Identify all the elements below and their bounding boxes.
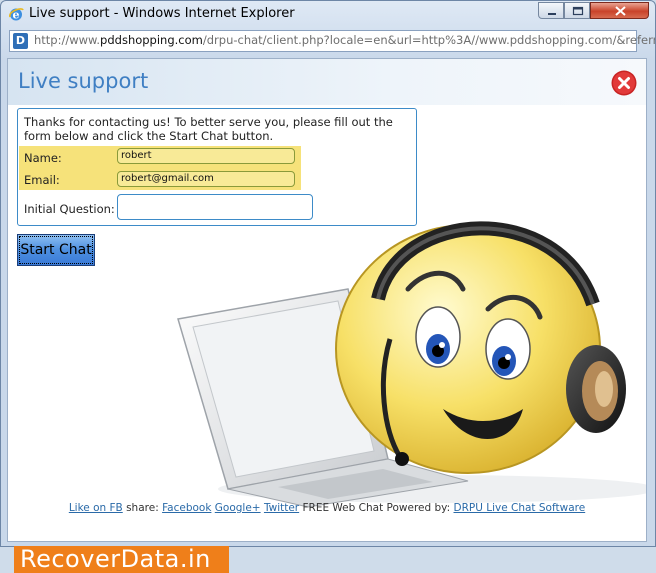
close-icon [615, 6, 626, 16]
name-label: Name: [24, 151, 62, 165]
address-bar[interactable]: D http://www.pddshopping.com/drpu-chat/c… [9, 30, 655, 52]
facebook-link[interactable]: Facebook [162, 502, 211, 514]
url-domain: pddshopping.com [100, 33, 203, 47]
internet-explorer-icon: e [9, 8, 24, 22]
url-path: /drpu-chat/client.php?locale=en&url=http… [202, 33, 656, 47]
minimize-button[interactable] [538, 2, 564, 19]
drpu-live-chat-link[interactable]: DRPU Live Chat Software [454, 502, 586, 514]
maximize-button[interactable] [564, 2, 590, 19]
like-on-fb-link[interactable]: Like on FB [69, 502, 123, 514]
email-label: Email: [24, 173, 60, 187]
site-favicon-icon: D [13, 33, 28, 49]
twitter-link[interactable]: Twitter [264, 502, 299, 514]
intro-text: Thanks for contacting us! To better serv… [24, 115, 393, 143]
maximize-icon [572, 6, 584, 16]
share-text: share: [122, 502, 163, 514]
email-field[interactable]: robert@gmail.com [117, 171, 295, 187]
initial-question-label: Initial Question: [24, 202, 115, 216]
address-url[interactable]: http://www.pddshopping.com/drpu-chat/cli… [34, 33, 656, 47]
window-title: Live support - Windows Internet Explorer [29, 6, 295, 21]
url-prefix: http://www. [34, 33, 101, 47]
start-chat-button[interactable]: Start Chat [17, 234, 95, 266]
powered-by-text: FREE Web Chat Powered by: [299, 502, 454, 514]
close-window-button[interactable] [590, 2, 649, 19]
watermark-banner: RecoverData.in [14, 546, 229, 573]
minimize-icon [548, 13, 556, 15]
watermark-text: RecoverData.in [20, 545, 211, 573]
close-chat-icon[interactable] [611, 70, 637, 96]
browser-window: e Live support - Windows Internet Explor… [0, 0, 656, 547]
support-mascot-illustration [177, 221, 646, 508]
title-bar[interactable]: e Live support - Windows Internet Explor… [1, 1, 655, 29]
google-plus-link[interactable]: Google+ [215, 502, 261, 514]
page-title: Live support [18, 69, 149, 93]
footer: Like on FB share: Facebook Google+ Twitt… [8, 502, 646, 514]
name-field[interactable]: robert [117, 148, 295, 164]
page-content: Live support Thanks for contacting us! T… [7, 58, 647, 542]
